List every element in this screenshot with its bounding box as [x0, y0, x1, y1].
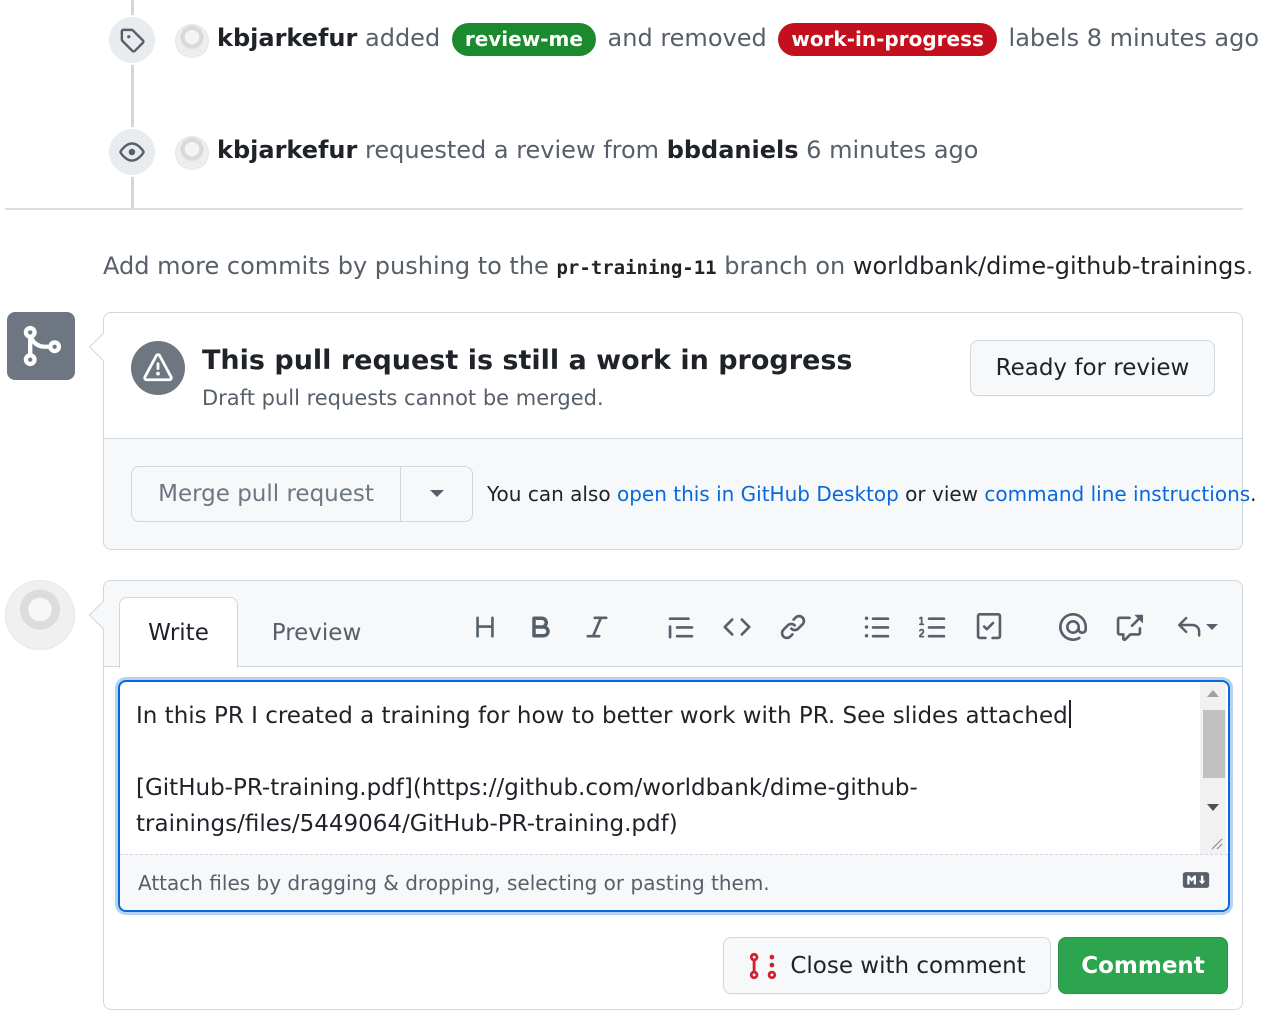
merge-status-subtitle: Draft pull requests cannot be merged. [202, 386, 604, 410]
repo-link[interactable]: worldbank/dime-github-trainings [853, 252, 1246, 280]
merge-hint-middle: or view [905, 482, 979, 506]
branch-note-suffix: . [1245, 252, 1254, 280]
label-event: kbjarkefur added review-me and removed w… [217, 22, 1259, 56]
heading-icon[interactable] [467, 609, 503, 645]
review-request-event: kbjarkefur requested a review from bbdan… [217, 134, 978, 166]
event-time[interactable]: 8 minutes ago [1087, 24, 1259, 52]
caret-down-icon [429, 490, 444, 497]
comment-toolbar: Write Preview [104, 581, 1242, 668]
merge-box: This pull request is still a work in pro… [88, 312, 1257, 550]
bulleted-list-icon[interactable] [859, 609, 895, 645]
ready-for-review-button[interactable]: Ready for review [970, 340, 1215, 396]
timeline-divider [5, 208, 1243, 210]
avatar[interactable] [175, 24, 209, 58]
close-with-comment-button[interactable]: Close with comment [723, 937, 1051, 994]
tag-icon [107, 15, 157, 65]
comment-textarea[interactable]: In this PR I created a training for how … [118, 680, 1230, 912]
cross-reference-icon[interactable] [1111, 609, 1147, 645]
tab-write[interactable]: Write [119, 597, 238, 668]
alert-icon [131, 341, 185, 395]
merge-method-dropdown[interactable] [401, 467, 472, 521]
code-icon[interactable] [719, 609, 755, 645]
event-verb: added [365, 24, 441, 52]
task-list-icon[interactable] [971, 609, 1007, 645]
scrollbar[interactable] [1200, 682, 1226, 854]
comment-form: Write Preview In this PR I created a tra… [88, 580, 1243, 1010]
comment-body-rest: [GitHub-PR-training.pdf](https://github.… [136, 775, 918, 837]
avatar[interactable] [5, 580, 75, 650]
git-merge-icon [7, 312, 75, 380]
merge-pull-request-button[interactable]: Merge pull request [132, 467, 401, 521]
tab-preview[interactable]: Preview [254, 597, 379, 668]
attach-files-hint[interactable]: Attach files by dragging & dropping, sel… [138, 869, 770, 897]
resize-handle-icon[interactable] [1209, 836, 1223, 850]
event-user-link[interactable]: kbjarkefur [217, 136, 357, 164]
label-work-in-progress[interactable]: work-in-progress [778, 22, 997, 56]
comment-button[interactable]: Comment [1058, 937, 1228, 994]
scroll-thumb[interactable] [1203, 710, 1225, 778]
branch-name: pr-training-11 [556, 257, 717, 279]
avatar[interactable] [175, 136, 209, 170]
comment-body-line: In this PR I created a training for how … [136, 703, 1068, 729]
numbered-list-icon[interactable] [915, 609, 951, 645]
attach-files-bar[interactable]: Attach files by dragging & dropping, sel… [120, 854, 1228, 910]
merge-hint: You can also open this in GitHub Desktop… [487, 479, 1257, 509]
event-suffix: labels [1008, 24, 1080, 52]
comment-body-text: In this PR I created a training for how … [136, 700, 1071, 837]
scroll-up-icon[interactable] [1207, 690, 1219, 698]
reply-icon[interactable] [1167, 609, 1227, 645]
branch-note-prefix: Add more commits by pushing to the [103, 252, 549, 280]
markdown-icon[interactable] [1182, 871, 1210, 889]
issue-closed-icon [750, 952, 777, 979]
mention-icon[interactable] [1055, 609, 1091, 645]
merge-status-section: This pull request is still a work in pro… [104, 313, 1242, 439]
italic-icon[interactable] [579, 609, 615, 645]
event-time[interactable]: 6 minutes ago [806, 136, 978, 164]
merge-button-group: Merge pull request [131, 466, 473, 522]
close-with-comment-label: Close with comment [790, 952, 1026, 979]
merge-actions-section: Merge pull request You can also open thi… [104, 439, 1257, 549]
scroll-down-icon[interactable] [1207, 804, 1219, 812]
eye-icon [107, 127, 157, 177]
bold-icon[interactable] [523, 609, 559, 645]
open-in-desktop-link[interactable]: open this in GitHub Desktop [617, 482, 899, 506]
event-conjunction: and removed [607, 24, 767, 52]
event-user-link[interactable]: kbjarkefur [217, 24, 357, 52]
quote-icon[interactable] [663, 609, 699, 645]
branch-note: Add more commits by pushing to the pr-tr… [103, 250, 1254, 284]
merge-hint-suffix: . [1250, 482, 1257, 506]
merge-status-title: This pull request is still a work in pro… [202, 345, 853, 376]
caret-down-icon [1206, 623, 1218, 630]
text-caret [1068, 700, 1071, 728]
event-verb: requested a review from [365, 136, 660, 164]
command-line-instructions-link[interactable]: command line instructions [984, 482, 1250, 506]
branch-note-middle: branch on [724, 252, 846, 280]
merge-hint-prefix: You can also [487, 482, 611, 506]
reviewer-link[interactable]: bbdaniels [667, 136, 799, 164]
link-icon[interactable] [775, 609, 811, 645]
comment-body[interactable]: In this PR I created a training for how … [136, 698, 1196, 842]
label-review-me[interactable]: review-me [451, 22, 596, 56]
